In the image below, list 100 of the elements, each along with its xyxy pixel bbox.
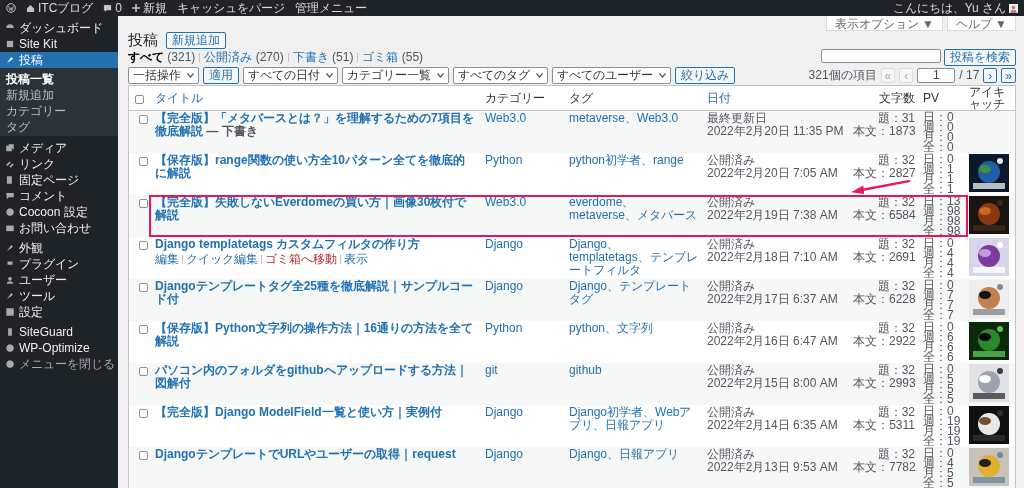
tag-links[interactable]: github [569, 364, 699, 377]
screen-tab-button[interactable]: ヘルプ ▼ [946, 16, 1016, 31]
submenu-item[interactable]: 新規追加 [0, 86, 118, 102]
last-page-button[interactable]: » [1001, 67, 1016, 83]
sidebar-item[interactable]: 投稿 [0, 52, 118, 68]
site-link[interactable]: ITCブログ [26, 1, 94, 15]
body-char-count: 本文：5311 [853, 419, 915, 432]
tag-links[interactable]: Django初学者、Webアプリ、日報アプリ [569, 406, 699, 432]
search-button[interactable]: 投稿を検索 [944, 48, 1016, 66]
row-checkbox[interactable] [139, 241, 148, 250]
filter-select[interactable]: すべてのタグ [453, 66, 548, 84]
select-all-checkbox[interactable] [135, 95, 144, 104]
sidebar-item[interactable]: コメント [0, 188, 118, 204]
page-view-count: 週：7 [923, 290, 955, 300]
view-filter-link[interactable]: ゴミ箱 (55) [362, 48, 424, 66]
row-checkbox[interactable] [139, 115, 148, 124]
page-field[interactable]: 1 [917, 67, 956, 83]
admin-bar-link[interactable]: 管理メニュー [295, 1, 368, 15]
filter-select[interactable]: すべての日付 [243, 66, 338, 84]
sidebar-item[interactable]: Cocoon 設定 [0, 204, 118, 220]
sidebar-item[interactable]: WP-Optimize [0, 340, 118, 356]
sidebar-item[interactable]: リンク [0, 156, 118, 172]
screen-tab-button[interactable]: 表示オプション ▼ [825, 16, 943, 31]
comments-link[interactable]: 0 [103, 1, 123, 15]
sidebar-item[interactable]: プラグイン [0, 256, 118, 272]
row-checkbox[interactable] [139, 367, 148, 376]
category-link[interactable]: git [485, 364, 561, 377]
tag-links[interactable]: Django、templatetags、テンプレートフィルタ [569, 238, 699, 277]
row-checkbox[interactable] [139, 451, 148, 460]
row-checkbox[interactable] [139, 409, 148, 418]
row-checkbox[interactable] [139, 325, 148, 334]
sidebar-item[interactable]: お問い合わせ [0, 220, 118, 236]
sidebar-item[interactable]: ダッシュボード [0, 20, 118, 36]
row-checkbox[interactable] [139, 283, 148, 292]
sidebar-item[interactable]: 設定 [0, 304, 118, 320]
sidebar-item[interactable]: 外観 [0, 240, 118, 256]
category-link[interactable]: Python [485, 154, 561, 167]
submenu-item[interactable]: タグ [0, 118, 118, 134]
view-filter-link[interactable]: すべて (321) [128, 48, 196, 66]
sidebar-item[interactable]: メディア [0, 140, 118, 156]
chevron-down-icon [187, 72, 194, 78]
tag-links[interactable]: Django、テンプレートタグ [569, 280, 699, 306]
collapse-menu-button[interactable]: メニューを閉じる [0, 356, 118, 372]
add-new-button[interactable]: 新規追加 [166, 31, 226, 49]
tag-links[interactable]: metaverse、Web3.0 [569, 112, 699, 125]
sidebar-item[interactable]: ユーザー [0, 272, 118, 288]
post-title-link[interactable]: パソコン内のフォルダをgithubへアップロードする方法｜図解付 [155, 364, 477, 390]
title-char-count: 題：32 [876, 448, 915, 461]
column-header[interactable]: 日付 [703, 92, 849, 104]
view-filter-link[interactable]: 下書き (51) [292, 48, 354, 66]
page-view-count: 全：19 [923, 436, 961, 446]
chevron-down-icon [536, 72, 543, 78]
sidebar-item[interactable]: SiteGuard [0, 324, 118, 340]
filter-select[interactable]: すべてのユーザー [552, 66, 671, 84]
row-action-link[interactable]: ゴミ箱へ移動 [265, 253, 337, 266]
sidebar-item[interactable]: 固定ページ [0, 172, 118, 188]
category-link[interactable]: Python [485, 322, 561, 335]
bulk-action-select[interactable]: 一括操作 [128, 66, 199, 84]
page-view-count: 月：6 [923, 342, 955, 352]
admin-bar-link[interactable]: キャッシュをパージ [177, 1, 286, 15]
tag-links[interactable]: python、文字列 [569, 322, 699, 335]
tag-links[interactable]: Django、日報アプリ [569, 448, 699, 461]
row-checkbox[interactable] [139, 199, 148, 208]
post-title-link[interactable]: DjangoテンプレートでURLやユーザーの取得｜request [155, 448, 477, 461]
tag-links[interactable]: python初学者、range [569, 154, 699, 167]
filter-select[interactable]: カテゴリー一覧 [342, 66, 449, 84]
category-link[interactable]: Web3.0 [485, 112, 561, 125]
post-title-link[interactable]: 【完全版】「メタバースとは？」を理解するための7項目を徹底解説 — 下書き [155, 112, 477, 138]
category-link[interactable]: Django [485, 238, 561, 251]
category-link[interactable]: Django [485, 448, 561, 461]
post-title-link[interactable]: Django templatetags カスタムフィルタの作り方 [155, 238, 477, 251]
filter-button[interactable]: 絞り込み [675, 66, 735, 84]
new-link[interactable]: 新規 [132, 1, 168, 15]
post-title-link[interactable]: 【保存版】range関数の使い方全10パターン全てを徹底的に解説 [155, 154, 477, 180]
post-title-link[interactable]: 【保存版】Python文字列の操作方法｜16通りの方法を全て解説 [155, 322, 477, 348]
view-filter-link[interactable]: 公開済み (270) [204, 48, 284, 66]
submenu-item[interactable]: カテゴリー [0, 102, 118, 118]
account-link[interactable]: こんにちは、Yu さん [892, 1, 1018, 15]
post-title-link[interactable]: Djangoテンプレートタグ全25種を徹底解説｜サンプルコード付 [155, 280, 477, 306]
row-checkbox[interactable] [139, 157, 148, 166]
search-field[interactable] [821, 48, 941, 63]
post-title-link[interactable]: 【完全版】Django ModelField一覧と使い方｜実例付 [155, 406, 477, 419]
category-link[interactable]: Web3.0 [485, 196, 561, 209]
submenu-item[interactable]: 投稿一覧 [0, 70, 118, 86]
category-link[interactable]: Django [485, 280, 561, 293]
apply-button[interactable]: 適用 [203, 66, 239, 84]
annotation-arrow [849, 180, 913, 194]
column-header[interactable]: タイトル [151, 92, 481, 104]
row-action-link[interactable]: 編集 [155, 253, 179, 266]
sidebar-item[interactable]: Site Kit [0, 36, 118, 52]
post-date: 2022年2月18日 7:10 AM [707, 251, 839, 264]
title-char-count: 題：32 [876, 406, 915, 419]
row-action-link[interactable]: 表示 [344, 253, 368, 266]
row-action-link[interactable]: クイック編集 [186, 253, 258, 266]
tag-links[interactable]: everdome、metaverse、メタバース [569, 196, 699, 222]
post-date: 2022年2月19日 7:38 AM [707, 209, 839, 222]
next-page-button[interactable]: › [983, 67, 998, 83]
sidebar-item[interactable]: ツール [0, 288, 118, 304]
category-link[interactable]: Django [485, 406, 561, 419]
menu-icon [5, 159, 15, 169]
